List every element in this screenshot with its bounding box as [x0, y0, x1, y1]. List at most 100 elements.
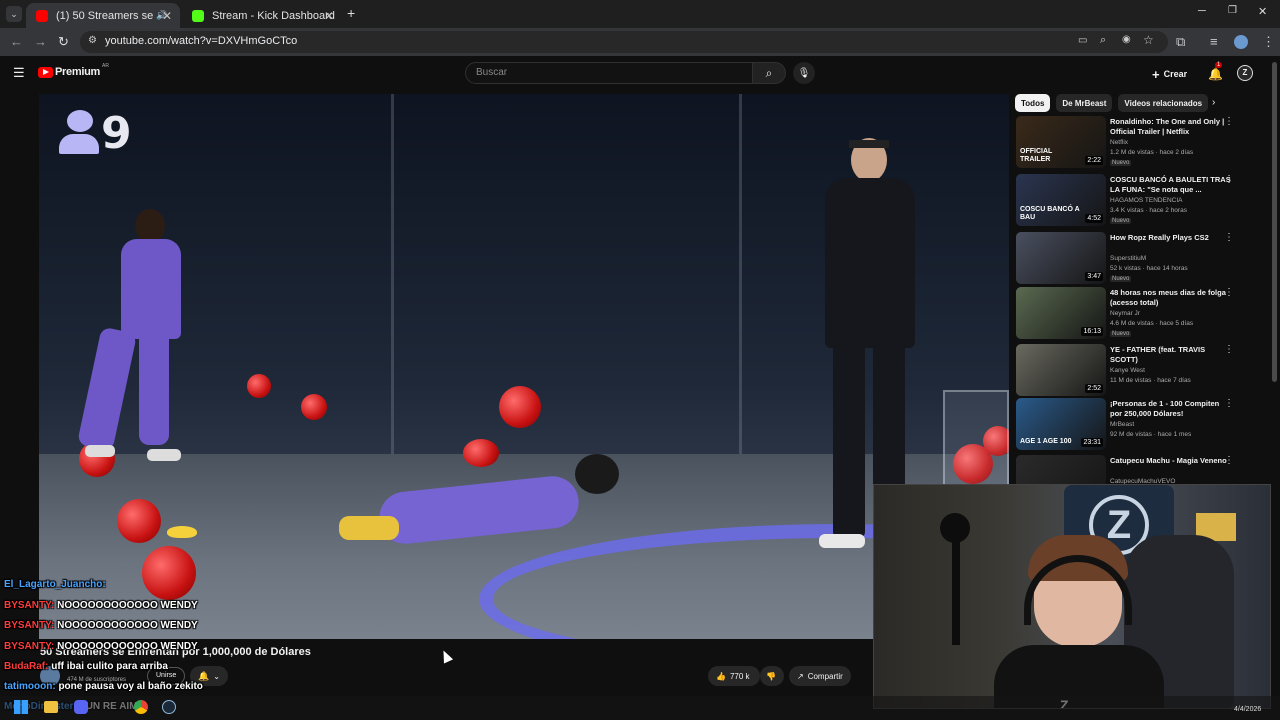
thumbs-up-icon: 👍 [716, 671, 726, 681]
region-label: AR [101, 63, 109, 69]
thumbs-down-icon: 👎 [766, 671, 776, 681]
close-tab-icon[interactable]: ✕ [162, 9, 172, 23]
share-label: Compartir [807, 671, 843, 681]
extensions-icon[interactable]: ⧉ [1176, 34, 1185, 50]
video-thumbnail[interactable]: AGE 1 AGE 100 23:31 [1016, 398, 1106, 450]
recommendation-item[interactable]: Catupecu Machu - Magia Veneno CatupecuMac… [1016, 455, 1266, 484]
chips-next-icon[interactable]: › [1212, 97, 1215, 108]
chip-all[interactable]: Todos [1015, 94, 1051, 112]
more-options-icon[interactable]: ⋮ [1224, 174, 1234, 185]
site-info-icon[interactable]: ⚙ [88, 35, 97, 46]
new-tab-button[interactable]: + [347, 5, 355, 21]
search-button[interactable]: ⌕ [752, 62, 786, 84]
like-button[interactable]: 👍 770 k [708, 666, 760, 686]
channel-name[interactable]: HAGAMOS TENDENCIA [1110, 197, 1182, 204]
channel-name[interactable]: Kanye West [1110, 367, 1145, 374]
menu-icon[interactable]: ☰ [13, 65, 25, 81]
windows-start-icon[interactable] [14, 700, 28, 714]
webcam-overlay: Z Z [873, 484, 1271, 709]
recommendation-title[interactable]: COSCU BANCÓ A BAULETI TRAS LA FUNA: "Se … [1110, 175, 1232, 195]
tab-search-button[interactable]: ⌄ [6, 6, 22, 22]
eye-off-icon[interactable]: ◉ [1122, 34, 1131, 45]
chat-username: BYSANTY: [4, 620, 55, 631]
more-options-icon[interactable]: ⋮ [1224, 455, 1234, 466]
back-icon[interactable]: ← [10, 34, 23, 49]
notifications-button[interactable]: 🔔 1 [1208, 62, 1223, 83]
voice-search-button[interactable]: 🎙 [793, 62, 815, 84]
recommendation-title[interactable]: YE - FATHER (feat. TRAVIS SCOTT) [1110, 345, 1232, 365]
media-icon[interactable]: ≡ [1210, 34, 1218, 49]
profile-avatar[interactable] [1234, 35, 1248, 49]
zoom-icon[interactable]: ⌕ [1100, 34, 1106, 47]
chat-message: BudaRaf: uff ibai culito para arriba [4, 661, 168, 672]
url-field[interactable]: ⚙ youtube.com/watch?v=DXVHmGoCTco ▭ ⌕ ◉ … [80, 31, 1168, 53]
account-avatar[interactable]: Z [1237, 65, 1253, 81]
chat-username: BYSANTY: [4, 641, 55, 652]
channel-name[interactable]: MrBeast [1110, 421, 1134, 428]
youtube-header: ☰ Premium AR Buscar ⌕ 🎙 + Crear 🔔 1 Z [0, 56, 1280, 92]
recommendation-item[interactable]: 16:13 48 horas nos meus dias de folga (ac… [1016, 287, 1266, 339]
video-thumbnail[interactable]: 3:47 [1016, 232, 1106, 284]
minimize-button[interactable]: ─ [1198, 5, 1206, 17]
recommendation-item[interactable]: AGE 1 AGE 100 23:31 ¡Personas de 1 - 100 C… [1016, 398, 1266, 450]
video-thumbnail[interactable] [1016, 455, 1106, 484]
youtube-logo[interactable]: Premium AR [38, 63, 109, 78]
video-thumbnail[interactable]: OFFICIAL TRAILER 2:22 [1016, 116, 1106, 168]
search-input[interactable]: Buscar [465, 62, 753, 84]
video-thumbnail[interactable]: COSCU BANCÓ A BAU 4:52 [1016, 174, 1106, 226]
page-scrollbar[interactable] [1272, 62, 1277, 382]
reload-icon[interactable]: ↻ [58, 34, 69, 50]
browser-menu-icon[interactable]: ⋮ [1262, 34, 1275, 50]
recommendation-title[interactable]: How Ropz Really Plays CS2 [1110, 233, 1232, 243]
chat-text: uff ibai culito para arriba [51, 661, 168, 672]
chat-message: El_Lagarto_Juancho: [4, 579, 106, 590]
tab-youtube[interactable]: (1) 50 Streamers se Enfrentá 🔊 ✕ [26, 3, 180, 28]
close-tab-icon[interactable]: ✕ [324, 9, 334, 23]
create-button[interactable]: + Crear [1152, 64, 1187, 84]
chip-related[interactable]: Videos relacionados [1118, 94, 1209, 112]
more-options-icon[interactable]: ⋮ [1224, 344, 1234, 355]
more-options-icon[interactable]: ⋮ [1224, 116, 1234, 127]
recommendation-title[interactable]: 48 horas nos meus dias de folga (acesso … [1110, 288, 1232, 308]
recommendation-title[interactable]: Catupecu Machu - Magia Veneno [1110, 456, 1232, 466]
new-badge: Nuevo [1110, 160, 1132, 166]
dislike-button[interactable]: 👎 [760, 666, 784, 686]
steam-icon[interactable] [162, 700, 176, 714]
player-count: 9 [101, 108, 132, 159]
tab-kick-dashboard[interactable]: Stream - Kick Dashboard ✕ [182, 3, 342, 28]
red-ball [117, 499, 161, 543]
chrome-icon[interactable] [134, 700, 148, 714]
video-player[interactable]: 9 [39, 94, 1009, 639]
chat-text: NOOOOOOOOOOOO WENDY [57, 641, 198, 652]
more-options-icon[interactable]: ⋮ [1224, 398, 1234, 409]
bookmark-star-icon[interactable]: ☆ [1143, 33, 1154, 47]
share-button[interactable]: ↗ Compartir [789, 666, 851, 686]
chat-text: pone pausa voy al baño zekito [58, 681, 203, 692]
forward-icon[interactable]: → [34, 34, 47, 49]
video-thumbnail[interactable]: 2:52 [1016, 344, 1106, 396]
recommendation-item[interactable]: OFFICIAL TRAILER 2:22 Ronaldinho: The One … [1016, 116, 1266, 168]
recommendation-item[interactable]: COSCU BANCÓ A BAU 4:52 COSCU BANCÓ A BAULE… [1016, 174, 1266, 226]
chip-from-mrbeast[interactable]: De MrBeast [1056, 94, 1113, 112]
ball-container [943, 390, 1009, 490]
file-explorer-icon[interactable] [44, 701, 58, 713]
channel-name[interactable]: Neymar Jr [1110, 310, 1140, 317]
recommendation-item[interactable]: 2:52 YE - FATHER (feat. TRAVIS SCOTT) Kany… [1016, 344, 1266, 396]
channel-name[interactable]: SuperstitiuM [1110, 255, 1146, 262]
cast-icon[interactable]: ▭ [1078, 35, 1087, 46]
recommendation-title[interactable]: ¡Personas de 1 - 100 Compiten por 250,00… [1110, 399, 1232, 419]
recommendation-title[interactable]: Ronaldinho: The One and Only | Official … [1110, 117, 1232, 137]
chat-username: BYSANTY: [4, 600, 55, 611]
more-options-icon[interactable]: ⋮ [1224, 287, 1234, 298]
close-window-button[interactable]: ✕ [1258, 5, 1267, 18]
new-badge: Nuevo [1110, 331, 1132, 337]
recommendation-item[interactable]: 3:47 How Ropz Really Plays CS2 Superstitiu… [1016, 232, 1266, 284]
channel-name[interactable]: Netflix [1110, 139, 1128, 146]
discord-icon[interactable] [74, 700, 88, 714]
chat-text: NOOOOOOOOOOOO WENDY [57, 600, 198, 611]
restore-button[interactable]: ❐ [1228, 5, 1237, 16]
video-thumbnail[interactable]: 16:13 [1016, 287, 1106, 339]
plus-icon: + [1152, 66, 1160, 82]
more-options-icon[interactable]: ⋮ [1224, 232, 1234, 243]
tab-kick-label: Stream - Kick Dashboard [212, 9, 335, 22]
